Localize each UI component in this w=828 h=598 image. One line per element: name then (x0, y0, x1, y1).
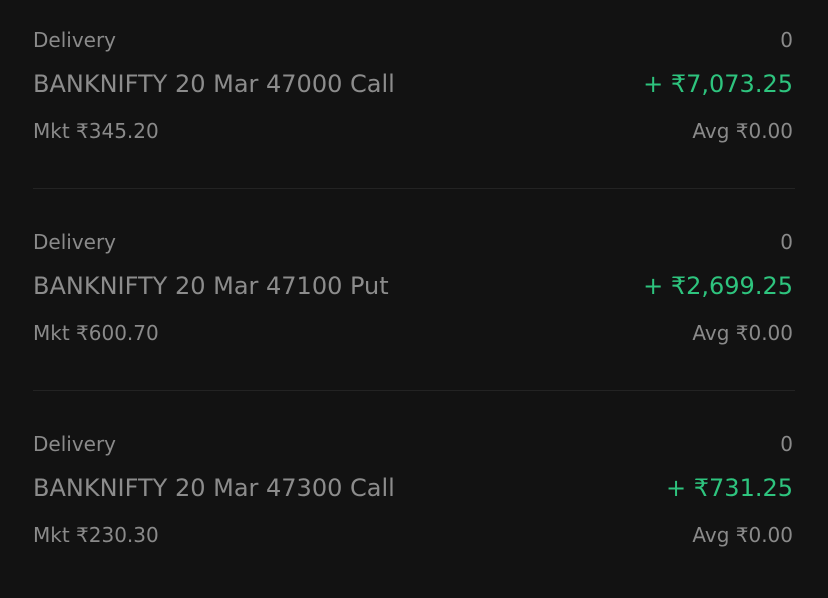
average-price: Avg ₹0.00 (692, 321, 793, 345)
market-price: Mkt ₹230.30 (33, 523, 159, 547)
position-price-row: Mkt ₹230.30 Avg ₹0.00 (33, 523, 793, 547)
divider (33, 188, 795, 189)
pnl-value: + ₹7,073.25 (643, 70, 793, 98)
position-meta-row: Delivery 0 (33, 432, 793, 456)
position-meta-row: Delivery 0 (33, 28, 793, 52)
position-meta-row: Delivery 0 (33, 230, 793, 254)
instrument-name: BANKNIFTY 20 Mar 47300 Call (33, 474, 395, 502)
average-price: Avg ₹0.00 (692, 523, 793, 547)
pnl-value: + ₹2,699.25 (643, 272, 793, 300)
positions-list: Delivery 0 BANKNIFTY 20 Mar 47000 Call +… (0, 0, 828, 598)
quantity-value: 0 (780, 230, 793, 254)
product-type-label: Delivery (33, 432, 117, 456)
position-price-row: Mkt ₹600.70 Avg ₹0.00 (33, 321, 793, 345)
position-main-row: BANKNIFTY 20 Mar 47000 Call + ₹7,073.25 (33, 70, 793, 98)
quantity-value: 0 (780, 432, 793, 456)
position-item[interactable]: Delivery 0 BANKNIFTY 20 Mar 47100 Put + … (0, 202, 828, 404)
market-price: Mkt ₹600.70 (33, 321, 159, 345)
market-price: Mkt ₹345.20 (33, 119, 159, 143)
position-item[interactable]: Delivery 0 BANKNIFTY 20 Mar 47300 Call +… (0, 404, 828, 598)
position-main-row: BANKNIFTY 20 Mar 47100 Put + ₹2,699.25 (33, 272, 793, 300)
position-item[interactable]: Delivery 0 BANKNIFTY 20 Mar 47000 Call +… (0, 0, 828, 202)
divider (33, 390, 795, 391)
position-price-row: Mkt ₹345.20 Avg ₹0.00 (33, 119, 793, 143)
position-main-row: BANKNIFTY 20 Mar 47300 Call + ₹731.25 (33, 474, 793, 502)
quantity-value: 0 (780, 28, 793, 52)
product-type-label: Delivery (33, 28, 117, 52)
product-type-label: Delivery (33, 230, 117, 254)
instrument-name: BANKNIFTY 20 Mar 47000 Call (33, 70, 395, 98)
pnl-value: + ₹731.25 (666, 474, 793, 502)
average-price: Avg ₹0.00 (692, 119, 793, 143)
instrument-name: BANKNIFTY 20 Mar 47100 Put (33, 272, 389, 300)
